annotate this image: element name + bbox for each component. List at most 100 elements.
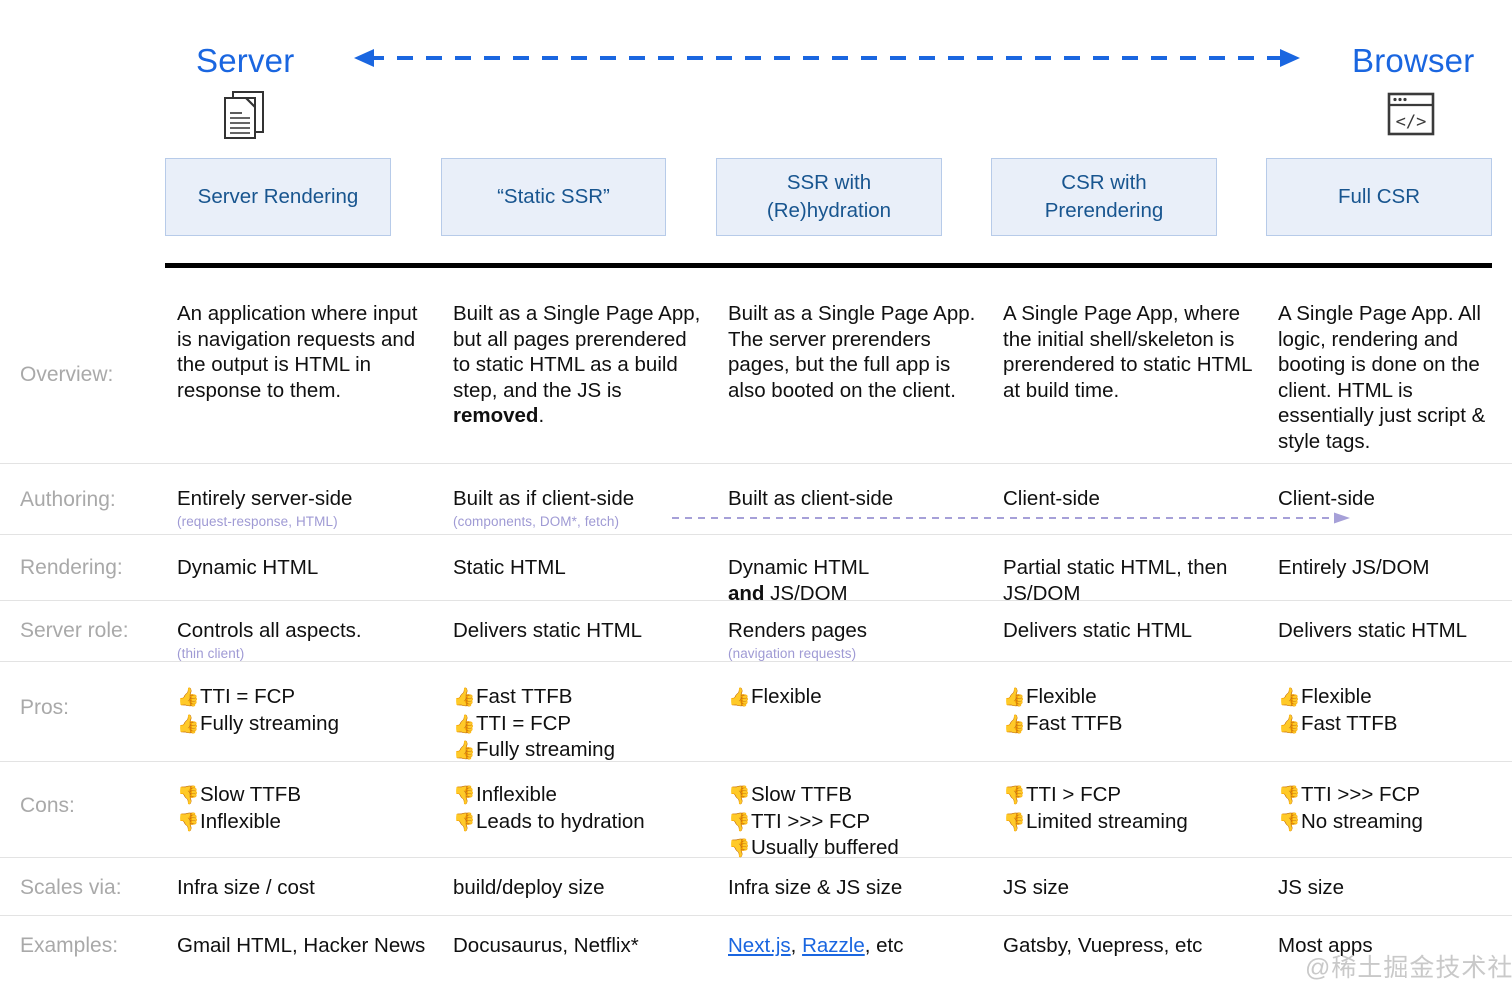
comparison-table-body: Overview: An application where input is … [0, 268, 1512, 976]
cell-pros-3: 👍Flexible 👍Fast TTFB [1003, 684, 1255, 737]
cell-text: Entirely server-side [177, 487, 353, 510]
table-row-pros: Pros: 👍TTI = FCP 👍Fully streaming 👍Fast T… [0, 662, 1512, 762]
column-header-full-csr[interactable]: Full CSR [1266, 158, 1492, 236]
thumbs-down-icon: 👎 [453, 811, 476, 832]
cell-examples-0: Gmail HTML, Hacker News [177, 933, 429, 959]
cell-text: A Single Page App, where the initial she… [1003, 302, 1252, 402]
bullet-label: Flexible [1026, 685, 1097, 708]
row-label-overview: Overview: [20, 363, 114, 386]
bullet-item: 👍Flexible [728, 684, 980, 711]
bullet-label: Slow TTFB [200, 783, 301, 806]
cell-text: Entirely JS/DOM [1278, 556, 1430, 579]
thumbs-up-icon: 👍 [453, 713, 476, 734]
cell-overview-2: Built as a Single Page App. The server p… [728, 301, 980, 403]
cell-text-bold: removed [453, 404, 539, 427]
watermark: @稀土掘金技术社区 [1305, 954, 1512, 982]
cell-examples-1: Docusaurus, Netflix* [453, 933, 703, 959]
column-header-static-ssr[interactable]: “Static SSR” [441, 158, 666, 236]
column-header-ssr-with-rehydration[interactable]: SSR with (Re)hydration [716, 158, 942, 236]
cell-text: Built as if client-side [453, 487, 635, 510]
column-header-row: Server Rendering “Static SSR” SSR with (R… [0, 158, 1512, 238]
column-header-label: SSR with (Re)hydration [766, 171, 892, 222]
bullet-label: No streaming [1301, 809, 1423, 833]
thumbs-up-icon: 👍 [453, 687, 476, 707]
cell-text: Built as a Single Page App. The server p… [728, 302, 976, 402]
cell-text: Dynamic HTML [728, 556, 870, 579]
cell-pros-0: 👍TTI = FCP 👍Fully streaming [177, 684, 429, 737]
cell-text: An application where input is navigation… [177, 302, 418, 402]
cell-text: A Single Page App. All logic, rendering … [1278, 302, 1486, 453]
thumbs-up-icon: 👍 [1003, 713, 1026, 734]
thumbs-down-icon: 👎 [728, 811, 751, 832]
bullet-item: 👍Fast TTFB [453, 684, 703, 711]
row-label-server-role: Server role: [20, 619, 129, 642]
bullet-item: 👎Inflexible [177, 809, 429, 836]
column-header-server-rendering[interactable]: Server Rendering [165, 158, 391, 236]
cell-cons-3: 👎TTI > FCP 👎Limited streaming [1003, 782, 1255, 835]
cell-text-tail: , etc [864, 934, 904, 957]
cell-text: Delivers static HTML [1003, 619, 1193, 642]
column-header-csr-with-prerendering[interactable]: CSR with Prerendering [991, 158, 1217, 236]
thumbs-down-icon: 👎 [728, 785, 751, 805]
thumbs-up-icon: 👍 [177, 687, 200, 707]
cell-server-role-4: Delivers static HTML [1278, 618, 1510, 644]
cell-cons-2: 👎Slow TTFB 👎TTI >>> FCP 👎Usually buffered [728, 782, 980, 862]
cell-text: Infra size / cost [177, 876, 315, 899]
thumbs-up-icon: 👍 [453, 740, 476, 760]
table-row-examples: Examples: Gmail HTML, Hacker News Docusa… [0, 916, 1512, 976]
cell-text: build/deploy size [453, 876, 605, 899]
bullet-label: Fast TTFB [476, 685, 573, 708]
cell-rendering-0: Dynamic HTML [177, 555, 429, 581]
bullet-label: Usually buffered [751, 836, 899, 859]
cell-text: Delivers static HTML [1278, 619, 1468, 642]
cell-authoring-1: Built as if client-side (components, DOM… [453, 486, 703, 531]
cell-overview-1: Built as a Single Page App, but all page… [453, 301, 703, 429]
row-label-cons: Cons: [20, 794, 75, 817]
bullet-label: Fully streaming [476, 738, 615, 761]
thumbs-down-icon: 👎 [1278, 785, 1301, 805]
cell-text: Client-side [1278, 487, 1375, 510]
thumbs-up-icon: 👍 [1003, 687, 1026, 707]
cell-text: Docusaurus, Netflix* [453, 934, 639, 957]
bullet-label: Fully streaming [200, 711, 339, 735]
cell-cons-1: 👎Inflexible 👎Leads to hydration [453, 782, 703, 835]
cell-examples-2: Next.js, Razzle, etc [728, 933, 980, 959]
cell-scales-0: Infra size / cost [177, 875, 429, 901]
cell-pros-1: 👍Fast TTFB 👍TTI = FCP 👍Fully streaming [453, 684, 703, 764]
cell-text: Infra size & JS size [728, 876, 903, 899]
row-label-rendering: Rendering: [20, 556, 123, 579]
bullet-item: 👎Inflexible [453, 782, 703, 809]
cell-subtext: (navigation requests) [728, 645, 857, 661]
cell-subtext: (request-response, HTML) [177, 513, 338, 529]
cell-overview-4: A Single Page App. All logic, rendering … [1278, 301, 1510, 454]
cell-cons-0: 👎Slow TTFB 👎Inflexible [177, 782, 429, 835]
bullet-item: 👎Limited streaming [1003, 809, 1255, 836]
cell-subtext: (components, DOM*, fetch) [453, 513, 620, 529]
cell-rendering-2: Dynamic HTML and JS/DOM [728, 555, 980, 606]
link-nextjs[interactable]: Next.js [728, 934, 791, 957]
cell-authoring-0: Entirely server-side (request-response, … [177, 486, 429, 531]
thumbs-down-icon: 👎 [1003, 811, 1026, 832]
bullet-label: Inflexible [476, 783, 557, 806]
link-razzle[interactable]: Razzle [802, 934, 865, 957]
cell-text: Static HTML [453, 556, 566, 579]
bullet-item: 👍Fast TTFB [1003, 711, 1255, 738]
thumbs-up-icon: 👍 [728, 687, 751, 707]
svg-text:</>: </> [1396, 112, 1427, 132]
row-label-authoring: Authoring: [20, 488, 116, 511]
authoring-dashed-arrow [672, 511, 1352, 525]
bullet-label: TTI >>> FCP [751, 809, 871, 833]
cell-server-role-3: Delivers static HTML [1003, 618, 1255, 644]
bullet-label: TTI >>> FCP [1301, 783, 1421, 806]
thumbs-down-icon: 👎 [1003, 785, 1026, 805]
bullet-label: TTI = FCP [476, 711, 572, 735]
cell-text-tail: . [538, 404, 545, 427]
row-label-pros: Pros: [20, 696, 70, 719]
bullet-label: Leads to hydration [476, 809, 645, 833]
header-band: Server Browser </> [0, 0, 1512, 155]
bullet-item: 👍TTI = FCP [453, 711, 703, 738]
cell-text: Renders pages [728, 619, 868, 642]
cell-authoring-2: Built as client-side [728, 486, 980, 512]
bullet-item: 👎TTI >>> FCP [728, 809, 980, 836]
browser-title: Browser [1352, 42, 1475, 79]
